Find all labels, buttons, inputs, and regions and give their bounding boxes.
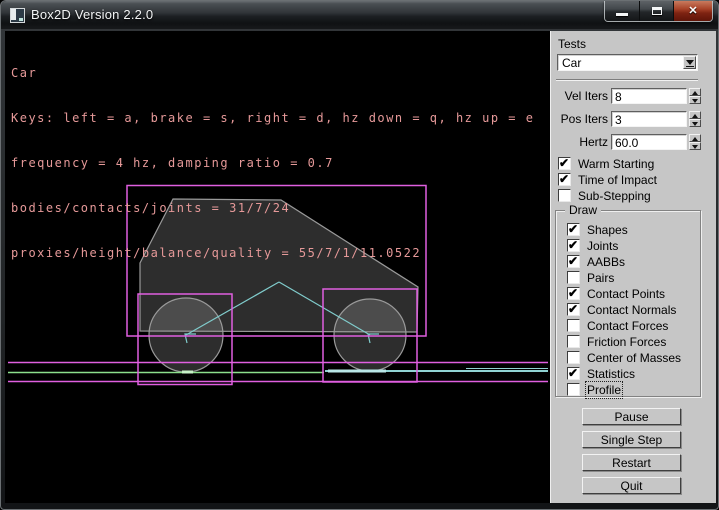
hertz-spin-up[interactable] <box>689 134 701 142</box>
checkbox-box[interactable] <box>558 189 571 202</box>
debug-info-text: Car Keys: left = a, brake = s, right = d… <box>11 36 534 291</box>
keys-line: Keys: left = a, brake = s, right = d, hz… <box>11 111 534 126</box>
checkbox-shapes[interactable]: Shapes <box>567 223 628 237</box>
pos-iters-spin-down[interactable] <box>689 119 701 127</box>
vel-iters-spinner <box>689 88 701 104</box>
simulation-canvas[interactable]: Car Keys: left = a, brake = s, right = d… <box>5 31 550 503</box>
checkbox-center-of-masses[interactable]: Center of Masses <box>567 351 681 365</box>
pos-iters-row: Pos Iters 3 <box>551 111 711 127</box>
tests-dropdown-value: Car <box>562 56 581 70</box>
checkbox-box[interactable] <box>567 223 580 236</box>
window-title: Box2D Version 2.2.0 <box>31 7 153 22</box>
app-window: Box2D Version 2.2.0 ✕ <box>0 0 719 510</box>
close-icon: ✕ <box>674 4 712 17</box>
pos-iters-label: Pos Iters <box>551 112 608 126</box>
titlebar[interactable]: Box2D Version 2.2.0 ✕ <box>1 1 718 29</box>
minimize-icon <box>616 13 628 16</box>
checkbox-time-of-impact[interactable]: Time of Impact <box>558 173 657 187</box>
checkbox-box[interactable] <box>558 173 571 186</box>
checkbox-warm-starting[interactable]: Warm Starting <box>558 157 654 171</box>
arrow-down-icon <box>692 145 698 149</box>
control-panel: Tests Car Vel Iters 8 Pos Iters 3 <box>550 31 716 503</box>
hertz-label: Hertz <box>551 135 608 149</box>
hertz-input[interactable]: 60.0 <box>611 134 687 150</box>
checkbox-box[interactable] <box>567 351 580 364</box>
checkbox-contact-points[interactable]: Contact Points <box>567 287 665 301</box>
maximize-button[interactable] <box>639 1 673 21</box>
restart-button[interactable]: Restart <box>582 454 681 471</box>
single-step-button[interactable]: Single Step <box>582 431 681 448</box>
pos-iters-input[interactable]: 3 <box>611 111 687 127</box>
checkbox-joints[interactable]: Joints <box>567 239 618 253</box>
app-icon <box>10 8 25 23</box>
checkbox-box[interactable] <box>567 335 580 348</box>
client-area: Car Keys: left = a, brake = s, right = d… <box>5 31 716 503</box>
separator <box>556 79 698 81</box>
checkbox-sub-stepping[interactable]: Sub-Stepping <box>558 189 651 203</box>
checkbox-box[interactable] <box>558 157 571 170</box>
checkbox-box[interactable] <box>567 319 580 332</box>
checkbox-box[interactable] <box>567 255 580 268</box>
checkbox-box[interactable] <box>567 287 580 300</box>
arrow-down-icon <box>692 122 698 126</box>
hertz-row: Hertz 60.0 <box>551 134 711 150</box>
arrow-up-icon <box>692 91 698 95</box>
checkbox-contact-forces[interactable]: Contact Forces <box>567 319 668 333</box>
draw-group-label: Draw <box>565 203 601 217</box>
caption-buttons: ✕ <box>604 1 713 22</box>
checkbox-profile[interactable]: Profile <box>567 383 621 397</box>
arrow-down-icon <box>692 99 698 103</box>
proxies-stats-line: proxies/height/balance/quality = 55/7/1/… <box>11 246 534 261</box>
tests-dropdown-arrow-button[interactable] <box>683 56 696 69</box>
pause-button[interactable]: Pause <box>582 408 681 425</box>
checkbox-box[interactable] <box>567 383 580 396</box>
vel-iters-input[interactable]: 8 <box>611 88 687 104</box>
checkbox-box[interactable] <box>567 271 580 284</box>
arrow-up-icon <box>692 114 698 118</box>
pos-iters-spin-up[interactable] <box>689 111 701 119</box>
arrow-up-icon <box>692 137 698 141</box>
chevron-down-icon <box>686 60 694 65</box>
vel-iters-label: Vel Iters <box>551 89 608 103</box>
frequency-line: frequency = 4 hz, damping ratio = 0.7 <box>11 156 534 171</box>
vel-iters-spin-up[interactable] <box>689 88 701 96</box>
maximize-icon <box>652 7 662 15</box>
test-name-line: Car <box>11 66 534 81</box>
checkbox-box[interactable] <box>567 239 580 252</box>
bodies-stats-line: bodies/contacts/joints = 31/7/24 <box>11 201 534 216</box>
hertz-spinner <box>689 134 701 150</box>
vel-iters-spin-down[interactable] <box>689 96 701 104</box>
hertz-spin-down[interactable] <box>689 142 701 150</box>
contact-point-mark <box>182 371 193 374</box>
checkbox-box[interactable] <box>567 367 580 380</box>
quit-button[interactable]: Quit <box>582 477 681 494</box>
checkbox-contact-normals[interactable]: Contact Normals <box>567 303 676 317</box>
tests-dropdown[interactable]: Car <box>557 54 698 71</box>
vel-iters-row: Vel Iters 8 <box>551 88 711 104</box>
checkbox-friction-forces[interactable]: Friction Forces <box>567 335 666 349</box>
tests-label: Tests <box>558 37 586 51</box>
checkbox-box[interactable] <box>567 303 580 316</box>
checkbox-aabbs[interactable]: AABBs <box>567 255 625 269</box>
close-button[interactable]: ✕ <box>673 1 712 21</box>
pos-iters-spinner <box>689 111 701 127</box>
checkbox-pairs[interactable]: Pairs <box>567 271 614 285</box>
checkbox-statistics[interactable]: Statistics <box>567 367 635 381</box>
minimize-button[interactable] <box>605 1 639 21</box>
